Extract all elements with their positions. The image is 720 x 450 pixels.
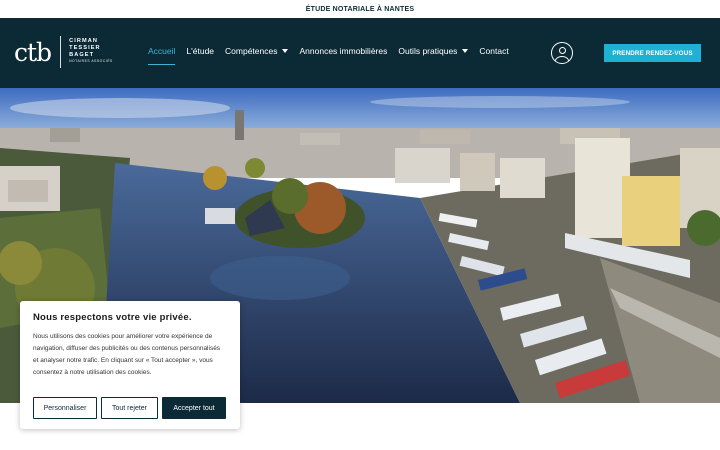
logo-names: CIRMAN TESSIER BAGET NOTAIRES ASSOCIÉS bbox=[69, 39, 113, 64]
accept-all-button[interactable]: Accepter tout bbox=[162, 397, 226, 419]
customize-button[interactable]: Personnaliser bbox=[33, 397, 97, 419]
logo-name-2: TESSIER bbox=[69, 45, 101, 51]
cookie-title: Nous respectons votre vie privée. bbox=[33, 312, 192, 323]
chevron-down-icon bbox=[282, 49, 289, 53]
nav-item-competences[interactable]: Compétences bbox=[225, 43, 289, 59]
logo-divider bbox=[60, 36, 62, 68]
nav-item-outils[interactable]: Outils pratiques bbox=[398, 43, 469, 59]
site-header: ctb CIRMAN TESSIER BAGET NOTAIRES ASSOCI… bbox=[0, 18, 720, 88]
user-head-shape bbox=[558, 46, 566, 54]
nav-item-annonces[interactable]: Annonces immobilières bbox=[299, 43, 387, 59]
user-body-shape bbox=[555, 55, 569, 63]
cookie-consent-banner: Nous respectons votre vie privée. Nous u… bbox=[20, 301, 240, 429]
nav-label: Compétences bbox=[225, 46, 278, 56]
site-logo[interactable]: ctb CIRMAN TESSIER BAGET NOTAIRES ASSOCI… bbox=[14, 34, 113, 70]
reject-all-button[interactable]: Tout rejeter bbox=[101, 397, 158, 419]
nav-label: L'étude bbox=[186, 46, 215, 56]
logo-subtitle: NOTAIRES ASSOCIÉS bbox=[69, 59, 113, 64]
appointment-button[interactable]: PRENDRE RENDEZ-VOUS bbox=[604, 44, 701, 62]
cookie-body: Nous utilisons des cookies pour améliore… bbox=[33, 333, 221, 376]
nav-label: Accueil bbox=[148, 46, 176, 56]
nav-item-contact[interactable]: Contact bbox=[479, 43, 508, 59]
user-circle-icon[interactable] bbox=[551, 42, 573, 64]
logo-name-3: BAGET bbox=[69, 51, 95, 58]
nav-label: Contact bbox=[479, 46, 509, 56]
announcement-text: ÉTUDE NOTARIALE À NANTES bbox=[305, 5, 415, 13]
chevron-down-icon bbox=[462, 49, 469, 53]
nav-item-etude[interactable]: L'étude bbox=[186, 43, 214, 59]
top-announcement-bar: ÉTUDE NOTARIALE À NANTES bbox=[0, 0, 720, 18]
nav-label: Outils pratiques bbox=[398, 46, 458, 56]
nav-item-accueil[interactable]: Accueil bbox=[148, 43, 176, 65]
main-nav: Accueil L'étude Compétences Annonces imm… bbox=[148, 43, 520, 65]
cookie-buttons: Personnaliser Tout rejeter Accepter tout bbox=[33, 397, 230, 419]
logo-mark: ctb bbox=[14, 37, 52, 67]
nav-label: Annonces immobilières bbox=[299, 46, 388, 56]
